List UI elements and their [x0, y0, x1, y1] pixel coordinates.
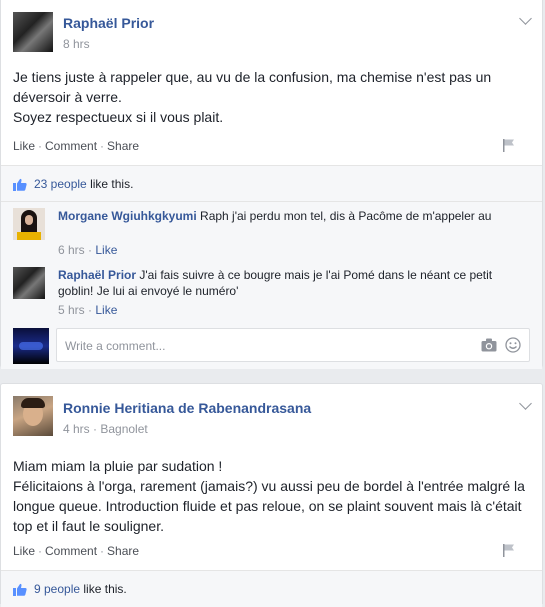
smiley-icon[interactable] [505, 337, 521, 353]
post-meta: 4 hrs · Bagnolet [63, 422, 148, 436]
post-text: Je tiens juste à rappeler que, au vu de … [13, 67, 528, 127]
post-actions: Like · Comment · Share [13, 544, 140, 558]
post-card: Ronnie Heritiana de Rabenandrasana 4 hrs… [0, 383, 543, 607]
comments-section: Morgane Wgiuhkgkyumi Raph j'ai perdu mon… [1, 201, 542, 369]
comment-timestamp[interactable]: 6 hrs [58, 243, 85, 257]
comment-timestamp[interactable]: 5 hrs [58, 303, 85, 317]
chevron-down-icon[interactable] [519, 397, 532, 410]
post-line: Je tiens juste à rappeler que, au vu de … [13, 69, 492, 105]
thumbs-up-icon [13, 178, 27, 191]
comment-text: Morgane Wgiuhkgkyumi Raph j'ai perdu mon… [58, 209, 492, 223]
chevron-down-icon[interactable] [519, 12, 532, 25]
post-location[interactable]: Bagnolet [100, 422, 147, 436]
comment-item: Raphaël Prior J'ai fais suivre à ce boug… [13, 267, 530, 323]
post-text: Miam miam la pluie par sudation ! Félici… [13, 456, 528, 536]
current-user-avatar [13, 328, 49, 364]
like-link[interactable]: Like [13, 139, 35, 153]
post-line: Miam miam la pluie par sudation ! [13, 458, 223, 474]
likes-text: 23 people like this. [34, 177, 134, 191]
commenter-avatar[interactable] [13, 267, 45, 299]
share-link[interactable]: Share [107, 139, 139, 153]
comment-like-link[interactable]: Like [95, 303, 117, 317]
share-link[interactable]: Share [107, 544, 139, 558]
post-timestamp[interactable]: 4 hrs [63, 422, 90, 436]
comment-input[interactable]: Write a comment... [56, 328, 530, 362]
likes-summary: 23 people like this. [1, 165, 542, 202]
commenter-avatar[interactable] [13, 208, 45, 240]
comment-link[interactable]: Comment [45, 544, 97, 558]
comment-item: Morgane Wgiuhkgkyumi Raph j'ai perdu mon… [13, 208, 530, 264]
author-name[interactable]: Raphaël Prior [63, 15, 154, 31]
likes-count-link[interactable]: 23 people [34, 177, 87, 191]
author-name[interactable]: Ronnie Heritiana de Rabenandrasana [63, 400, 311, 416]
commenter-name[interactable]: Morgane Wgiuhkgkyumi [58, 209, 197, 223]
post-line: Félicitaions à l'orga, rarement (jamais?… [13, 478, 525, 534]
flag-icon[interactable] [502, 543, 516, 557]
write-comment-row: Write a comment... [13, 328, 530, 364]
comment-placeholder: Write a comment... [65, 339, 166, 353]
comment-like-link[interactable]: Like [95, 243, 117, 257]
likes-summary: 9 people like this. [1, 570, 542, 607]
post-line: Soyez respectueux si il vous plait. [13, 109, 224, 125]
author-avatar[interactable] [13, 12, 53, 52]
camera-icon[interactable] [481, 338, 497, 352]
comment-meta: 5 hrs · Like [58, 303, 118, 317]
comment-link[interactable]: Comment [45, 139, 97, 153]
flag-icon[interactable] [502, 138, 516, 152]
post-actions: Like · Comment · Share [13, 139, 140, 153]
like-link[interactable]: Like [13, 544, 35, 558]
comment-text: Raphaël Prior J'ai fais suivre à ce boug… [58, 268, 493, 298]
post-timestamp[interactable]: 8 hrs [63, 37, 90, 51]
author-avatar[interactable] [13, 396, 53, 436]
comment-meta: 6 hrs · Like [58, 243, 118, 257]
thumbs-up-icon [13, 583, 27, 596]
post-card: Raphaël Prior 8 hrs Je tiens juste à rap… [0, 0, 543, 369]
likes-text: 9 people like this. [34, 582, 127, 596]
likes-count-link[interactable]: 9 people [34, 582, 80, 596]
commenter-name[interactable]: Raphaël Prior [58, 268, 136, 282]
